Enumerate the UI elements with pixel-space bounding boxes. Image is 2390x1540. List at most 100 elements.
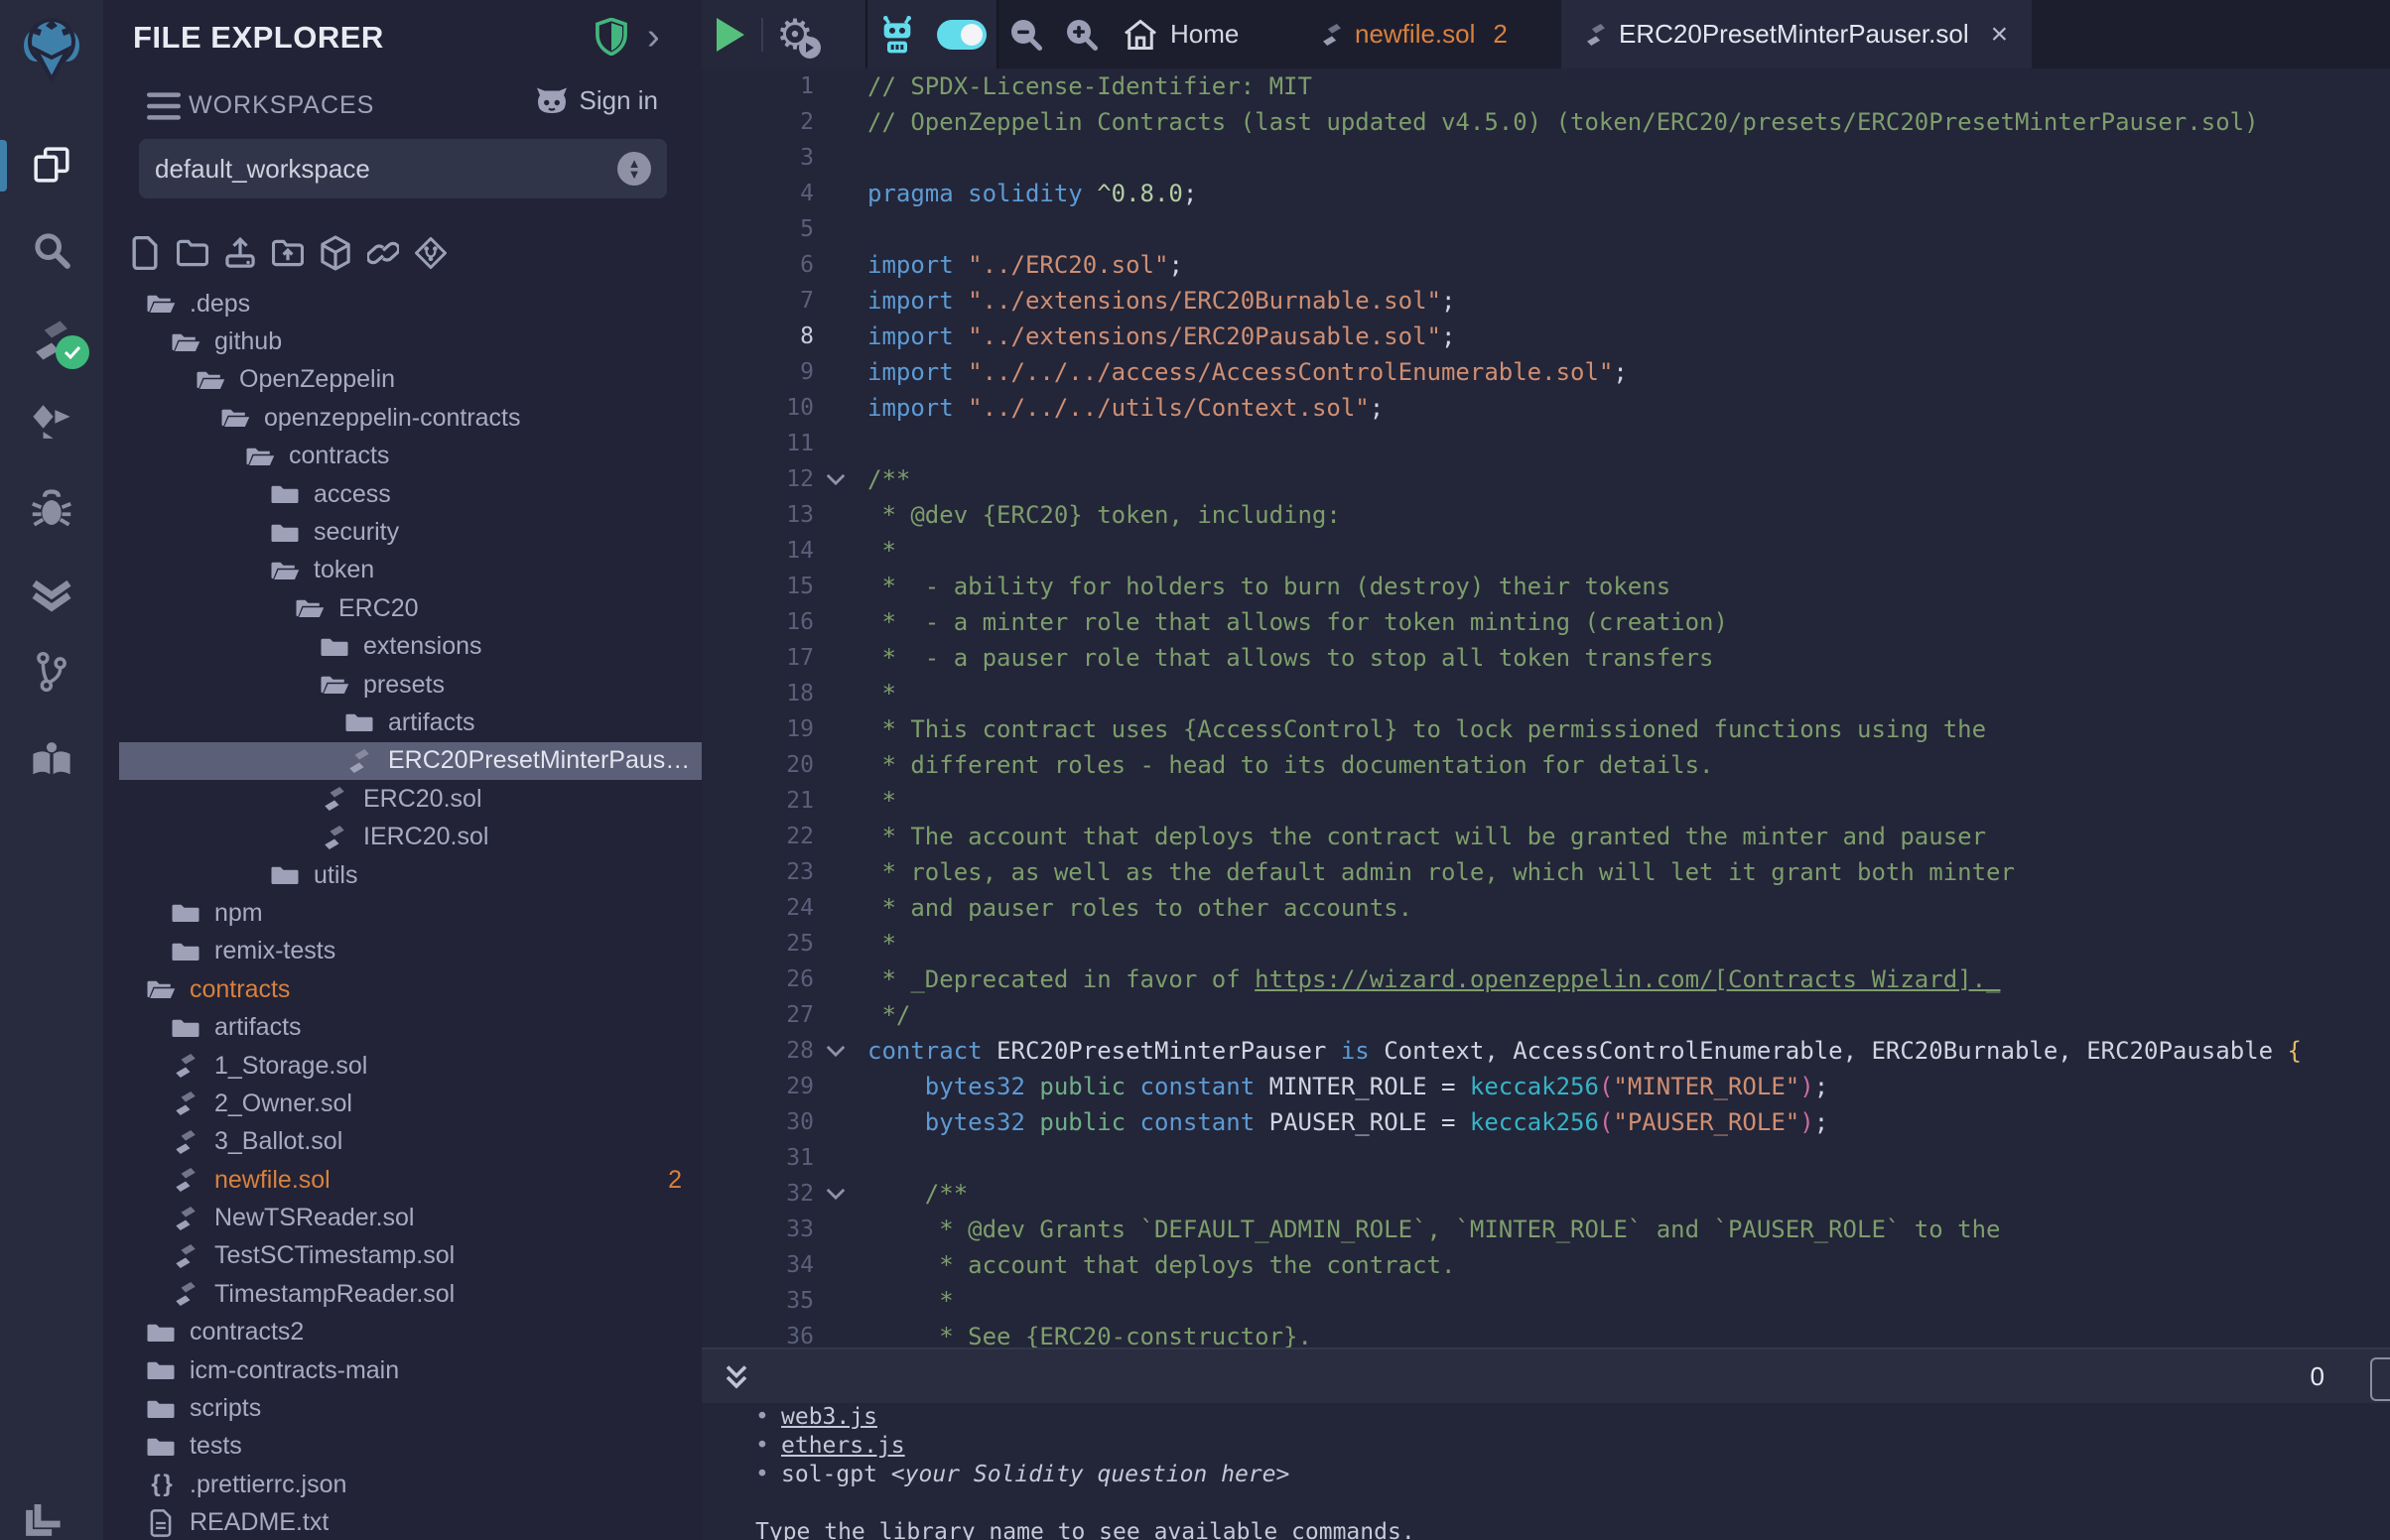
code-line-9[interactable]: 9import "../../../access/AccessControlEn… (702, 354, 2390, 390)
run-config-gear-button[interactable]: ⚙ (767, 0, 823, 68)
code-line-30[interactable]: 30 bytes32 public constant PAUSER_ROLE =… (702, 1104, 2390, 1140)
tree-folder-contracts[interactable]: contracts (119, 438, 702, 475)
code-line-28[interactable]: 28contract ERC20PresetMinterPauser is Co… (702, 1033, 2390, 1069)
remix-logo[interactable] (16, 12, 87, 83)
code-line-36[interactable]: 36 * See {ERC20-constructor}. (702, 1319, 2390, 1348)
workspace-select[interactable]: default_workspace ▲▼ (139, 139, 667, 198)
tree-file-ierc20-sol[interactable]: IERC20.sol (119, 818, 702, 855)
tree-file-2-owner-sol[interactable]: 2_Owner.sol (119, 1085, 702, 1122)
tree-file-3-ballot-sol[interactable]: 3_Ballot.sol (119, 1123, 702, 1161)
tree-folder-security[interactable]: security (119, 513, 702, 551)
fold-chevron-icon[interactable] (814, 1176, 858, 1212)
tree-file-readme-txt[interactable]: README.txt (119, 1504, 702, 1540)
terminal-list-item[interactable]: •ethers.js (702, 1432, 2390, 1461)
tab-home[interactable]: Home (1123, 0, 1239, 68)
tree-file-timestampreader-sol[interactable]: TimestampReader.sol (119, 1275, 702, 1313)
code-line-29[interactable]: 29 bytes32 public constant MINTER_ROLE =… (702, 1069, 2390, 1104)
activity-debugger[interactable] (0, 474, 103, 544)
tree-folder-openzeppelin[interactable]: OpenZeppelin (119, 361, 702, 399)
code-line-8[interactable]: 8import "../extensions/ERC20Pausable.sol… (702, 319, 2390, 354)
tree-file-erc20presetminterpauser-[interactable]: ERC20PresetMinterPauser... (119, 742, 702, 780)
terminal-expand-icon[interactable] (724, 1362, 749, 1392)
code-line-14[interactable]: 14 * (702, 533, 2390, 569)
tab-newfile-sol[interactable]: newfile.sol 2 (1297, 0, 1531, 68)
activity-solidity-unit-testing[interactable] (0, 561, 103, 630)
code-line-12[interactable]: 12/** (702, 461, 2390, 497)
terminal-search-input[interactable] (2370, 1357, 2390, 1401)
code-line-19[interactable]: 19 * This contract uses {AccessControl} … (702, 711, 2390, 747)
fold-chevron-icon[interactable] (814, 461, 858, 497)
tree-folder-tests[interactable]: tests (119, 1428, 702, 1466)
tree-file-testsctimestamp-sol[interactable]: TestSCTimestamp.sol (119, 1237, 702, 1275)
tree-file-newfile-sol[interactable]: newfile.sol2 (119, 1161, 702, 1199)
run-script-button[interactable] (702, 0, 757, 68)
git-clone-icon[interactable] (415, 230, 447, 276)
code-line-31[interactable]: 31 (702, 1140, 2390, 1176)
code-line-11[interactable]: 11 (702, 426, 2390, 461)
terminal-list-item[interactable]: •web3.js (702, 1403, 2390, 1432)
code-line-5[interactable]: 5 (702, 211, 2390, 247)
code-line-21[interactable]: 21 * (702, 783, 2390, 819)
code-line-4[interactable]: 4pragma solidity ^0.8.0; (702, 176, 2390, 211)
tree-file-erc20-sol[interactable]: ERC20.sol (119, 780, 702, 818)
tree-folder-icm-contracts-main[interactable]: icm-contracts-main (119, 1351, 702, 1389)
tree-folder-extensions[interactable]: extensions (119, 628, 702, 666)
tree-folder-contracts[interactable]: contracts (119, 970, 702, 1008)
zoom-in-icon[interactable] (1054, 0, 1110, 68)
code-line-18[interactable]: 18 * (702, 676, 2390, 711)
tree-folder-npm[interactable]: npm (119, 894, 702, 932)
code-line-25[interactable]: 25 * (702, 926, 2390, 962)
tree-folder-remix-tests[interactable]: remix-tests (119, 933, 702, 970)
fold-chevron-icon[interactable] (814, 1033, 858, 1069)
code-line-1[interactable]: 1// SPDX-License-Identifier: MIT (702, 68, 2390, 104)
code-line-6[interactable]: 6import "../ERC20.sol"; (702, 247, 2390, 283)
tab-erc20presetminterpauser-sol[interactable]: ERC20PresetMinterPauser.sol × (1561, 0, 2032, 68)
tree-file-newtsreader-sol[interactable]: NewTSReader.sol (119, 1199, 702, 1236)
code-line-24[interactable]: 24 * and pauser roles to other accounts. (702, 890, 2390, 926)
tree-folder-openzeppelin-contracts[interactable]: openzeppelin-contracts (119, 399, 702, 437)
upload-file-icon[interactable] (224, 230, 256, 276)
activity-git[interactable] (0, 637, 103, 706)
code-editor[interactable]: 1// SPDX-License-Identifier: MIT2// Open… (702, 68, 2390, 1348)
new-folder-icon[interactable] (177, 230, 208, 276)
code-line-16[interactable]: 16 * - a minter role that allows for tok… (702, 604, 2390, 640)
tree-folder-artifacts[interactable]: artifacts (119, 704, 702, 741)
code-line-27[interactable]: 27 */ (702, 997, 2390, 1033)
workspaces-menu-icon[interactable] (145, 89, 183, 123)
code-line-32[interactable]: 32 /** (702, 1176, 2390, 1212)
sign-in-button[interactable]: Sign in (534, 85, 659, 116)
link-icon[interactable] (367, 230, 399, 276)
upload-folder-icon[interactable] (272, 230, 304, 276)
tree-folder-contracts2[interactable]: contracts2 (119, 1314, 702, 1351)
code-line-15[interactable]: 15 * - ability for holders to burn (dest… (702, 569, 2390, 604)
code-line-3[interactable]: 3 (702, 140, 2390, 176)
copilot-toggle-on[interactable] (927, 0, 996, 68)
zoom-out-icon[interactable] (998, 0, 1054, 68)
activity-solidity-compiler[interactable] (0, 306, 103, 375)
code-line-13[interactable]: 13 * @dev {ERC20} token, including: (702, 497, 2390, 533)
code-line-23[interactable]: 23 * roles, as well as the default admin… (702, 854, 2390, 890)
cube-icon[interactable] (320, 230, 351, 276)
tree-folder-token[interactable]: token (119, 552, 702, 589)
tree-folder-presets[interactable]: presets (119, 666, 702, 704)
code-line-17[interactable]: 17 * - a pauser role that allows to stop… (702, 640, 2390, 676)
code-line-26[interactable]: 26 * _Deprecated in favor of https://wiz… (702, 962, 2390, 997)
tree-folder-utils[interactable]: utils (119, 856, 702, 894)
tree-file-1-storage-sol[interactable]: 1_Storage.sol (119, 1047, 702, 1085)
code-line-10[interactable]: 10import "../../../utils/Context.sol"; (702, 390, 2390, 426)
close-tab-icon[interactable]: × (1991, 18, 2009, 52)
tree-folder-artifacts[interactable]: artifacts (119, 1008, 702, 1046)
activity-search[interactable] (0, 215, 103, 285)
code-line-7[interactable]: 7import "../extensions/ERC20Burnable.sol… (702, 283, 2390, 319)
ai-robot-icon[interactable] (867, 0, 927, 68)
tree-file--prettierrc-json[interactable]: { }.prettierrc.json (119, 1466, 702, 1503)
tree-folder-erc20[interactable]: ERC20 (119, 589, 702, 627)
activity-file-explorer[interactable] (0, 130, 103, 199)
code-line-2[interactable]: 2// OpenZeppelin Contracts (last updated… (702, 104, 2390, 140)
terminal-output[interactable]: •web3.js•ethers.js•sol-gpt <your Solidit… (702, 1403, 2390, 1540)
chevron-right-icon[interactable]: › (647, 16, 660, 59)
code-line-20[interactable]: 20 * different roles - head to its docum… (702, 747, 2390, 783)
tree-folder--deps[interactable]: .deps (119, 285, 702, 322)
code-line-35[interactable]: 35 * (702, 1283, 2390, 1319)
code-line-33[interactable]: 33 * @dev Grants `DEFAULT_ADMIN_ROLE`, `… (702, 1212, 2390, 1247)
